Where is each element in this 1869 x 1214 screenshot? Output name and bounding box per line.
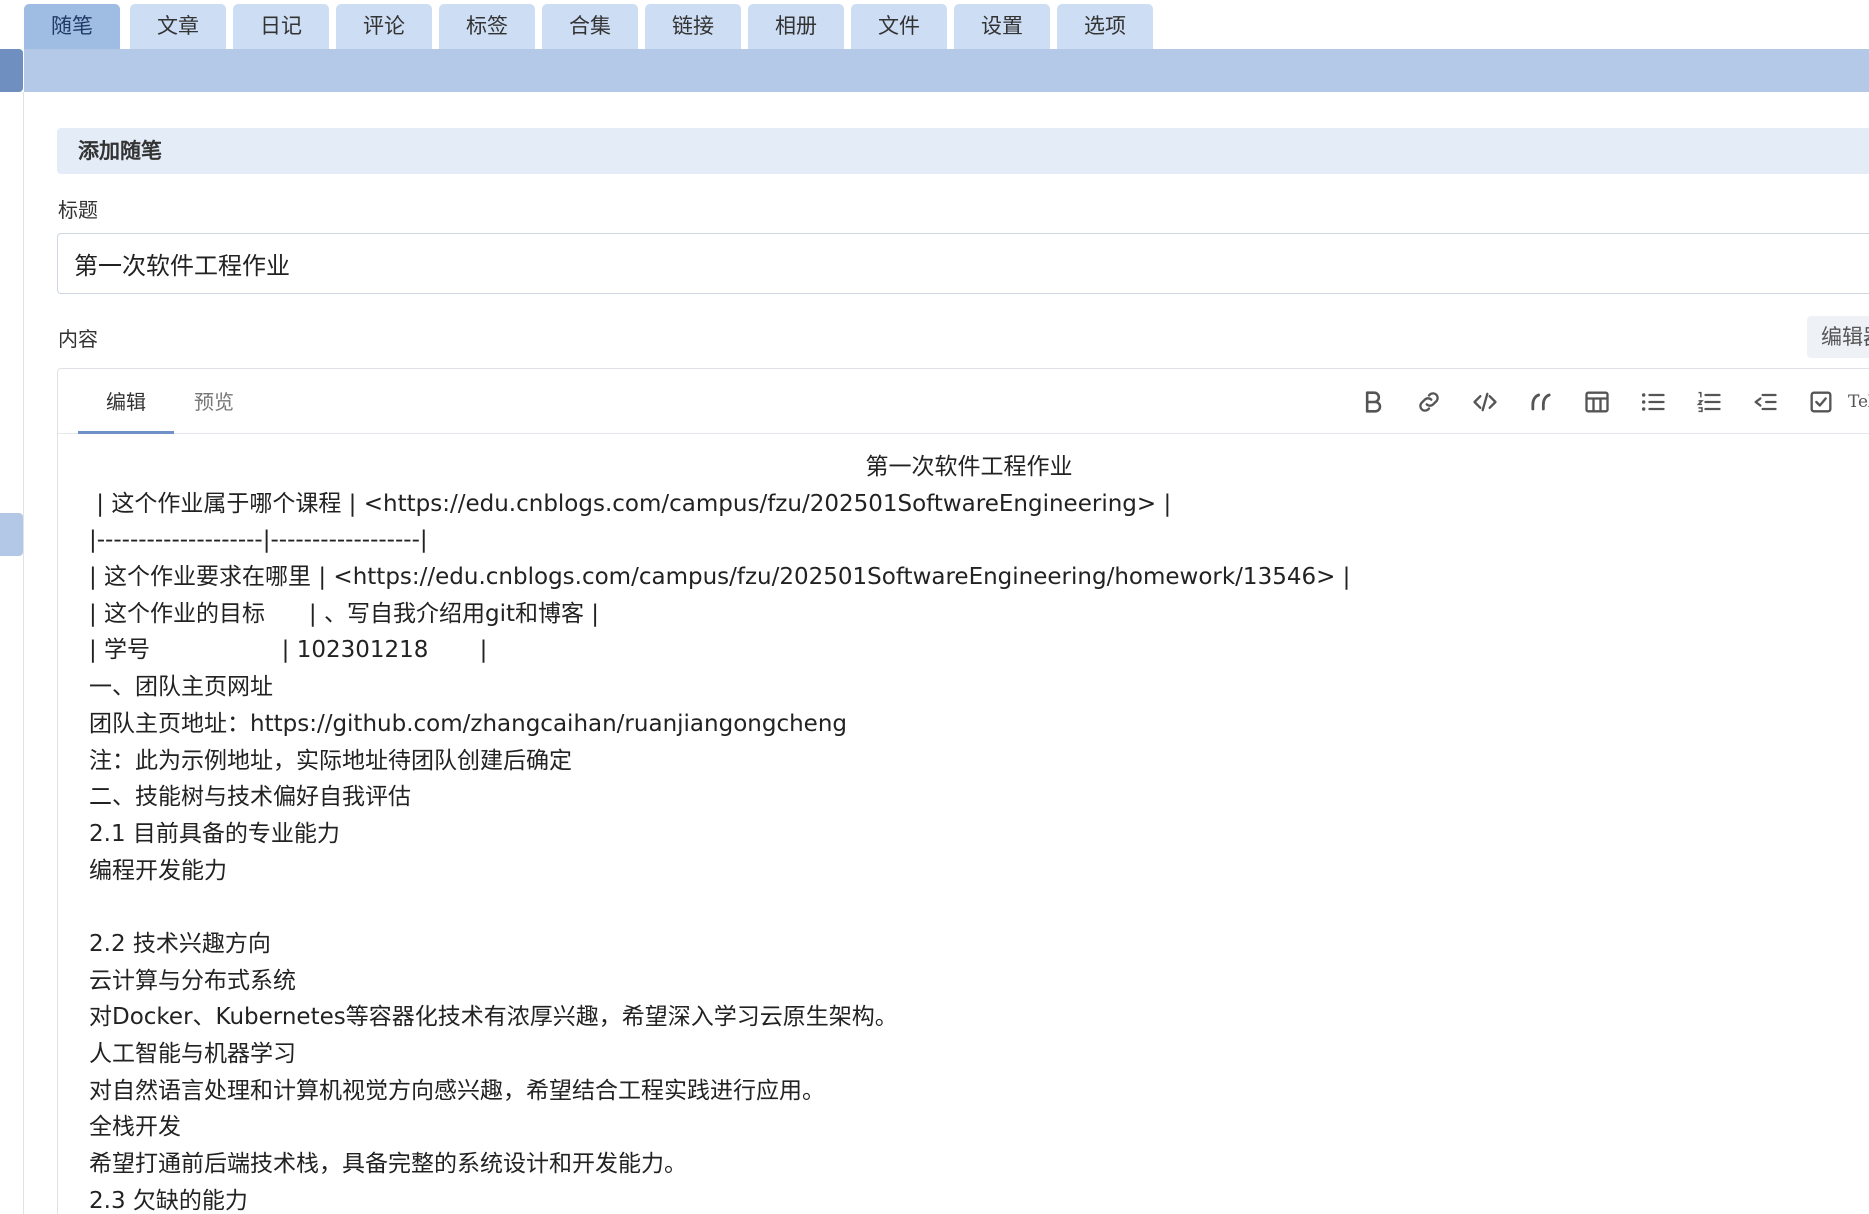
left-divider	[23, 92, 24, 1214]
tab-links[interactable]: 链接	[645, 4, 741, 49]
link-icon[interactable]	[1414, 387, 1444, 417]
editor-line: 第一次软件工程作业	[865, 454, 1073, 480]
ordered-list-icon[interactable]	[1694, 387, 1724, 417]
tab-edit[interactable]: 编辑	[78, 369, 174, 434]
editor-line: 2.3 欠缺的能力	[89, 1187, 248, 1214]
editor-line: 2.2 技术兴趣方向	[89, 930, 271, 957]
editor-line: 云计算与分布式系统	[89, 967, 296, 994]
tex-icon[interactable]: TeX	[1848, 387, 1869, 417]
tab-options[interactable]: 选项	[1057, 4, 1153, 49]
tab-diary[interactable]: 日记	[233, 4, 329, 49]
editor-line: 一、团队主页网址	[89, 674, 273, 701]
section-header: 添加随笔	[57, 128, 1869, 174]
editor-line: 2.1 目前具备的专业能力	[89, 820, 340, 847]
sidebar-toggle-handle[interactable]	[0, 49, 23, 92]
checkbox-icon[interactable]	[1806, 387, 1836, 417]
editor-line: 对自然语言处理和计算机视觉方向感兴趣，希望结合工程实践进行应用。	[89, 1077, 825, 1104]
bold-icon[interactable]	[1358, 387, 1388, 417]
table-icon[interactable]	[1582, 387, 1612, 417]
header-strip	[24, 49, 1869, 92]
editor-line: | 这个作业属于哪个课程 | <https://edu.cnblogs.com/…	[89, 490, 1172, 517]
tab-articles[interactable]: 文章	[130, 4, 226, 49]
editor-line: | 学号 | 102301218 |	[89, 637, 488, 664]
markdown-editor: 编辑 预览 Te 第一次软件工程作业 | 这个作业属于哪个课程 | <https…	[57, 368, 1869, 1214]
page-title: 添加随笔	[78, 139, 162, 163]
admin-tab-bar: 随笔 文章 日记 评论 标签 合集 链接 相册 文件 设置 选项	[24, 0, 1869, 49]
title-field-label: 标题	[58, 198, 98, 222]
quote-icon[interactable]	[1526, 387, 1556, 417]
editor-line: 注：此为示例地址，实际地址待团队创建后确定	[89, 747, 572, 774]
tab-tags[interactable]: 标签	[439, 4, 535, 49]
editor-line: 团队主页地址：https://github.com/zhangcaihan/ru…	[89, 710, 847, 737]
tab-posts[interactable]: 随笔	[24, 4, 120, 49]
editor-line: 人工智能与机器学习	[89, 1041, 296, 1067]
tab-files[interactable]: 文件	[851, 4, 947, 49]
bullet-list-icon[interactable]	[1638, 387, 1668, 417]
tab-comments[interactable]: 评论	[336, 4, 432, 49]
editor-line: | 这个作业要求在哪里 | <https://edu.cnblogs.com/c…	[89, 564, 1351, 591]
editor-text-area[interactable]: 第一次软件工程作业 | 这个作业属于哪个课程 | <https://edu.cn…	[89, 449, 1849, 1214]
editor-line: 编程开发能力	[89, 857, 227, 884]
editor-line: 二、技能树与技术偏好自我评估	[89, 784, 411, 811]
tab-collections[interactable]: 合集	[542, 4, 638, 49]
editor-line: 希望打通前后端技术栈，具备完整的系统设计和开发能力。	[89, 1151, 687, 1178]
editor-line: 对Docker、Kubernetes等容器化技术有浓厚兴趣，希望深入学习云原生架…	[89, 1004, 898, 1031]
editor-line: |--------------------|------------------…	[89, 527, 428, 554]
editor-line: | 这个作业的目标 | 、写自我介绍用git和博客 |	[89, 600, 600, 627]
sidebar-scroll-handle[interactable]	[0, 513, 23, 556]
code-icon[interactable]	[1470, 387, 1500, 417]
tab-preview[interactable]: 预览	[174, 369, 254, 431]
tab-albums[interactable]: 相册	[748, 4, 844, 49]
title-input[interactable]	[57, 233, 1869, 294]
editor-line: 全栈开发	[89, 1114, 181, 1141]
editor-toolbar: 编辑 预览 Te	[58, 369, 1869, 434]
content-field-label: 内容	[58, 327, 98, 351]
tab-settings[interactable]: 设置	[954, 4, 1050, 49]
outdent-icon[interactable]	[1750, 387, 1780, 417]
page: 随笔 文章 日记 评论 标签 合集 链接 相册 文件 设置 选项 添加随笔 标题…	[0, 0, 1869, 1214]
editor-switch-button[interactable]: 编辑器	[1807, 316, 1869, 358]
